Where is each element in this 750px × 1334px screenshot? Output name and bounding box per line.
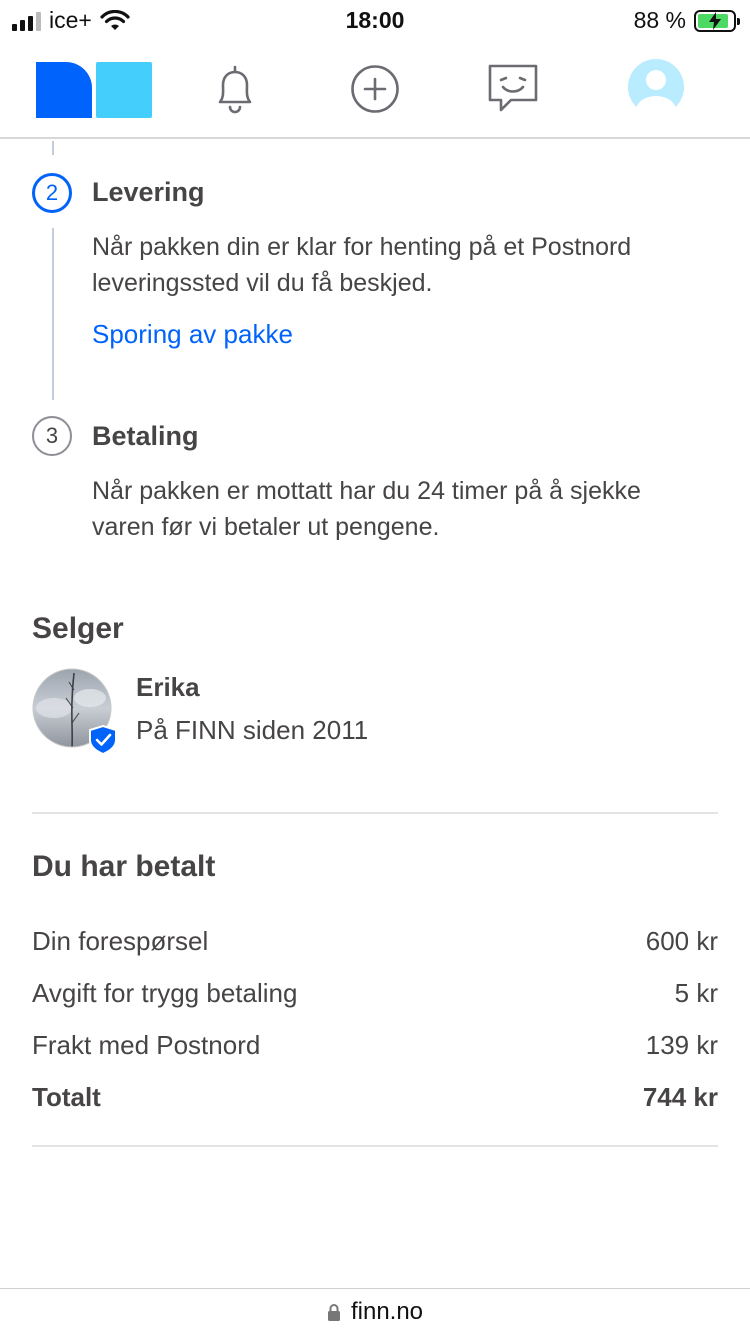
step-description-line: Når pakken er mottatt har du 24 timer på… <box>92 477 641 505</box>
payment-row-value: 5 kr <box>674 978 718 1008</box>
seller-avatar[interactable] <box>32 668 117 756</box>
profile-button[interactable] <box>627 58 685 121</box>
chat-smile-icon <box>488 64 538 112</box>
notifications-button[interactable] <box>212 64 258 119</box>
payment-heading: Du har betalt <box>32 850 216 883</box>
step-connector <box>52 141 54 155</box>
seller-photo <box>32 668 117 756</box>
step-description-line: varen før vi betaler ut pengene. <box>92 513 440 541</box>
payment-total-row: Totalt 744 kr <box>32 1082 718 1113</box>
payment-row-label: Frakt med Postnord <box>32 1030 261 1060</box>
plus-circle-icon <box>351 65 399 113</box>
divider <box>32 812 718 814</box>
step-description: Når pakken er mottatt har du 24 timer på… <box>92 473 712 545</box>
payment-row-value: 600 kr <box>645 926 718 956</box>
step-description-line: Når pakken din er klar for henting på et… <box>92 233 632 261</box>
seller-heading: Selger <box>32 612 124 645</box>
payment-row: Frakt med Postnord 139 kr <box>32 1030 718 1061</box>
battery-icon <box>694 9 740 32</box>
browser-url-bar[interactable]: finn.no <box>0 1288 750 1334</box>
track-package-link[interactable]: Sporing av pakke <box>92 319 293 350</box>
status-bar: ice+ 18:00 88 % <box>0 0 750 40</box>
step-title: Levering <box>92 177 205 207</box>
bell-icon <box>218 65 252 114</box>
payment-row: Din forespørsel 600 kr <box>32 926 718 957</box>
seller-name[interactable]: Erika <box>136 672 200 703</box>
payment-row-label: Avgift for trygg betaling <box>32 978 298 1008</box>
payment-total-label: Totalt <box>32 1082 101 1112</box>
step-connector <box>52 228 54 400</box>
step-title: Betaling <box>92 421 199 451</box>
verified-badge-icon <box>89 724 117 756</box>
battery-percent: 88 % <box>633 7 686 33</box>
messages-button[interactable] <box>487 62 539 119</box>
lock-icon <box>327 1303 340 1321</box>
finn-logo-icon <box>36 62 152 118</box>
url-text: finn.no <box>350 1297 424 1325</box>
payment-row-value: 139 kr <box>645 1030 718 1060</box>
payment-row: Avgift for trygg betaling 5 kr <box>32 978 718 1009</box>
new-ad-button[interactable] <box>350 64 400 119</box>
payment-total-value: 744 kr <box>642 1082 718 1112</box>
status-right: 88 % <box>633 7 740 34</box>
step-description-line: leveringssted vil du få beskjed. <box>92 269 433 297</box>
step-number-active: 2 <box>32 173 72 213</box>
avatar-icon <box>628 59 684 115</box>
top-navigation <box>0 40 750 139</box>
finn-logo[interactable] <box>36 62 152 123</box>
step-number: 3 <box>32 416 72 456</box>
payment-row-label: Din forespørsel <box>32 926 209 956</box>
seller-member-since: På FINN siden 2011 <box>136 715 369 745</box>
divider <box>32 1145 718 1147</box>
step-description: Når pakken din er klar for henting på et… <box>92 229 712 301</box>
